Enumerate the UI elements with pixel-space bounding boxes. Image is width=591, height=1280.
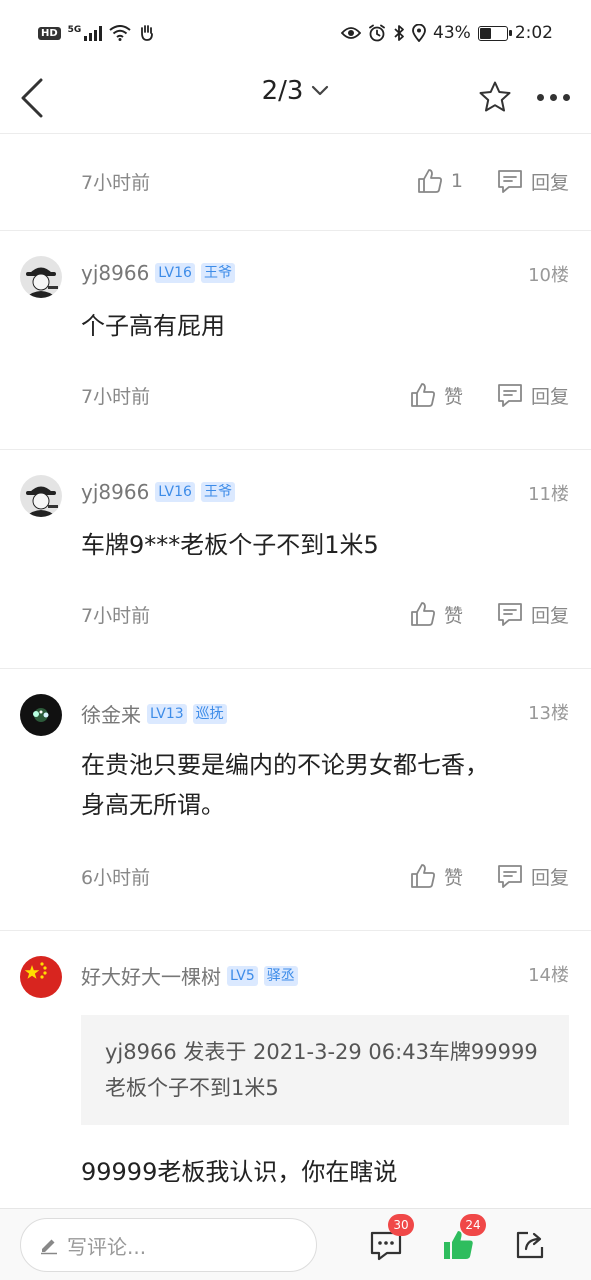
like-label: 1 — [450, 170, 463, 192]
comments-button[interactable]: 30 — [364, 1214, 414, 1267]
favorite-button[interactable] — [474, 76, 516, 118]
like-label: 赞 — [443, 866, 463, 889]
comment-time: 6小时前 — [81, 866, 151, 889]
battery-percent: 43% — [433, 23, 471, 43]
level-badge: LV16 — [155, 482, 195, 502]
comment-item: 7小时前 1 回复 — [0, 135, 591, 231]
share-icon — [516, 1231, 544, 1259]
bluetooth-icon — [394, 25, 404, 41]
hand-icon — [141, 25, 154, 41]
level-badge: LV16 — [155, 263, 195, 283]
page-indicator: 2/3 — [261, 76, 304, 106]
reply-label: 回复 — [530, 385, 569, 408]
like-post-button[interactable]: 24 — [436, 1214, 486, 1267]
avatar[interactable] — [20, 956, 62, 998]
signal-icon: 5G — [68, 25, 103, 41]
status-bar: HD 5G 43% 2:02 — [0, 0, 591, 66]
floor-number: 13楼 — [528, 703, 569, 724]
comment-input-placeholder: 写评论... — [67, 1234, 147, 1259]
wifi-icon — [109, 25, 131, 41]
username[interactable]: yj8966 — [81, 261, 149, 285]
reply-label: 回复 — [530, 866, 569, 889]
nav-bar: 2/3 — [0, 66, 591, 134]
avatar[interactable] — [20, 475, 62, 517]
share-button[interactable] — [508, 1223, 552, 1267]
like-label: 赞 — [443, 604, 463, 627]
reply-button[interactable]: 回复 — [497, 382, 569, 409]
comment-item: 好大好大一棵树 LV5 驿丞 14楼 yj8966 发表于 2021-3-29 … — [0, 931, 591, 1213]
level-badge: LV13 — [147, 703, 187, 724]
like-button[interactable]: 赞 — [410, 382, 463, 409]
star-icon — [479, 81, 511, 112]
rank-badge: 王爷 — [200, 482, 235, 502]
comment-count-badge: 30 — [388, 1214, 414, 1236]
like-button[interactable]: 赞 — [410, 601, 463, 628]
reply-label: 回复 — [530, 604, 569, 627]
comment-time: 7小时前 — [81, 171, 151, 194]
comment-content: 在贵池只要是编内的不论男女都七香，身高无所谓。 — [81, 751, 489, 819]
comment-time: 7小时前 — [81, 604, 151, 627]
comment-bubble-icon — [498, 603, 522, 626]
more-icon — [536, 93, 544, 101]
reply-label: 回复 — [530, 171, 569, 194]
like-label: 赞 — [443, 385, 463, 408]
reply-button[interactable]: 回复 — [497, 168, 569, 195]
comment-input[interactable]: 写评论... — [20, 1218, 317, 1272]
like-button[interactable]: 1 — [417, 168, 463, 194]
avatar[interactable] — [20, 694, 62, 736]
comment-item: 徐金来 LV13 巡抚 13楼 在贵池只要是编内的不论男女都七香，身高无所谓。 … — [0, 669, 591, 931]
floor-number: 10楼 — [528, 265, 569, 286]
comment-bubble-icon — [498, 865, 522, 888]
floor-number: 11楼 — [528, 484, 569, 505]
reply-button[interactable]: 回复 — [497, 601, 569, 628]
rank-badge: 驿丞 — [263, 965, 298, 986]
location-icon — [412, 24, 426, 42]
comment-bubble-icon — [498, 384, 522, 407]
comment-feed: 7小时前 1 回复 yj8966 LV16 王爷 10楼 个子高有屁用 7小时前… — [0, 135, 591, 1213]
bottom-bar: 写评论... 30 24 — [0, 1208, 591, 1280]
username[interactable]: 好大好大一棵树 — [81, 961, 221, 990]
comment-item: yj8966 LV16 王爷 11楼 车牌9***老板个子不到1米5 7小时前 … — [0, 450, 591, 669]
clock: 2:02 — [514, 23, 553, 43]
thumbs-up-icon — [411, 602, 435, 626]
pencil-icon — [41, 1239, 57, 1255]
like-count-badge: 24 — [460, 1214, 486, 1236]
quoted-comment[interactable]: yj8966 发表于 2021-3-29 06:43车牌99999老板个子不到1… — [81, 1015, 569, 1125]
floor-number: 14楼 — [528, 965, 569, 986]
hd-indicator: HD — [38, 26, 61, 40]
username[interactable]: 徐金来 — [81, 699, 141, 728]
avatar[interactable] — [20, 256, 62, 298]
rank-badge: 王爷 — [200, 263, 235, 283]
like-button[interactable]: 赞 — [410, 863, 463, 890]
chevron-down-icon — [312, 85, 329, 96]
alarm-icon — [369, 24, 385, 42]
comment-content: 车牌9***老板个子不到1米5 — [81, 531, 379, 559]
rank-badge: 巡抚 — [192, 703, 227, 724]
reply-button[interactable]: 回复 — [497, 863, 569, 890]
comment-content: 个子高有屁用 — [81, 312, 225, 340]
thumbs-up-icon — [411, 864, 435, 888]
comment-item: yj8966 LV16 王爷 10楼 个子高有屁用 7小时前 赞 回复 — [0, 231, 591, 450]
comment-content: 99999老板我认识，你在瞎说 — [81, 1158, 398, 1186]
more-button[interactable] — [528, 80, 578, 114]
username[interactable]: yj8966 — [81, 480, 149, 504]
comment-time: 7小时前 — [81, 385, 151, 408]
level-badge: LV5 — [227, 965, 258, 986]
thumbs-up-icon — [417, 169, 442, 193]
comment-bubble-icon — [498, 170, 522, 193]
thumbs-up-icon — [411, 383, 435, 407]
eye-icon — [341, 27, 362, 39]
battery-icon — [477, 25, 512, 41]
